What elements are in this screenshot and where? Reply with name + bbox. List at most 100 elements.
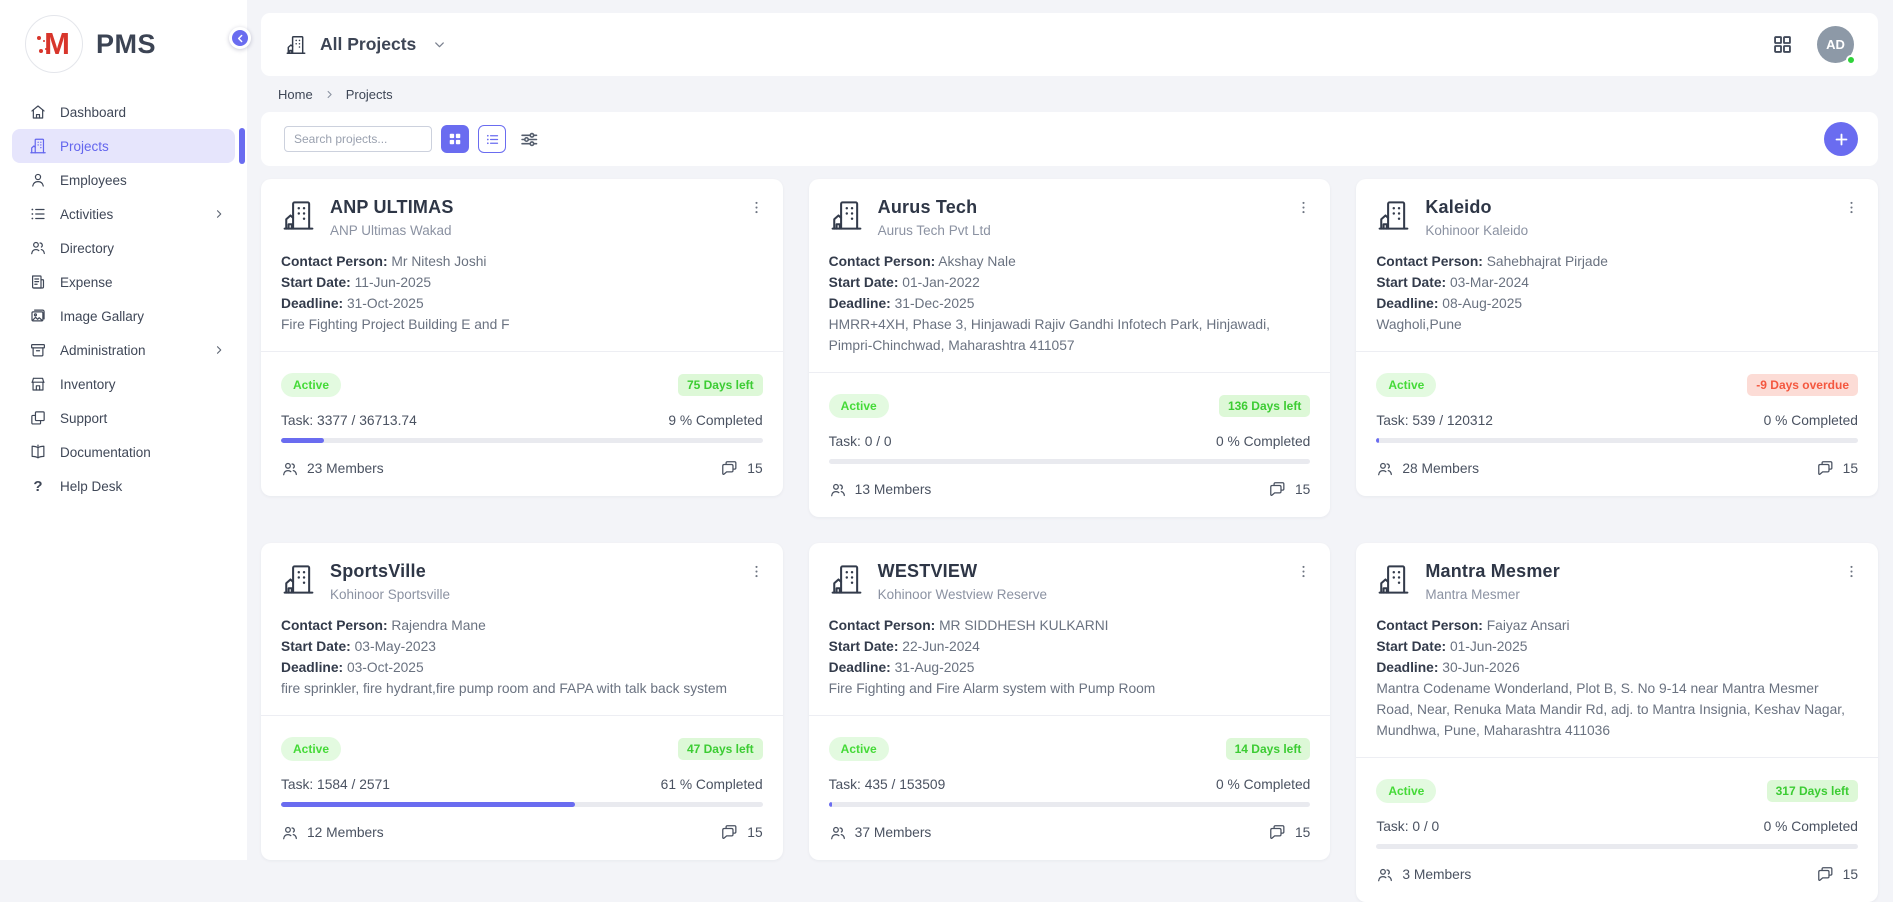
task-row: Task: 539 / 120312 0 % Completed: [1376, 413, 1858, 428]
chevron-down-icon: [432, 37, 447, 52]
sidebar-item-label: Inventory: [60, 377, 116, 392]
sidebar-item-directory[interactable]: Directory: [12, 231, 235, 265]
card-menu-button[interactable]: [746, 561, 767, 582]
sidebar: M PMS DashboardProjectsEmployeesActiviti…: [0, 0, 247, 860]
card-menu-button[interactable]: [746, 197, 767, 218]
grid-view-button[interactable]: [441, 125, 469, 153]
chevron-right-icon: [324, 89, 335, 100]
start-date-line: Start Date: 01-Jun-2025: [1376, 636, 1858, 657]
question-icon: ?: [29, 477, 47, 495]
task-count: Task: 0 / 0: [1376, 819, 1439, 834]
list-view-button[interactable]: [478, 125, 506, 153]
project-description: Fire Fighting Project Building E and F: [281, 314, 763, 335]
sidebar-item-administration[interactable]: Administration: [12, 333, 235, 367]
chat-count: 15: [747, 825, 762, 840]
deadline-line: Deadline: 08-Aug-2025: [1376, 293, 1858, 314]
chat-group[interactable]: 15: [1268, 480, 1310, 499]
card-footer: 23 Members 15: [281, 459, 763, 478]
chat-group[interactable]: 15: [1268, 823, 1310, 842]
project-title: Kaleido: [1425, 197, 1528, 218]
breadcrumb-home[interactable]: Home: [278, 87, 313, 102]
card-menu-button[interactable]: [1293, 561, 1314, 582]
progress-bar: [1376, 438, 1858, 443]
building-icon: [1376, 198, 1411, 233]
deadline-label: Deadline:: [281, 296, 343, 311]
deadline-line: Deadline: 30-Jun-2026: [1376, 657, 1858, 678]
project-selector[interactable]: All Projects: [285, 34, 447, 56]
sidebar-collapse-button[interactable]: [229, 27, 251, 49]
sidebar-item-employees[interactable]: Employees: [12, 163, 235, 197]
project-card[interactable]: Mantra Mesmer Mantra Mesmer Contact Pers…: [1356, 543, 1878, 902]
sidebar-item-dashboard[interactable]: Dashboard: [12, 95, 235, 129]
start-date-line: Start Date: 11-Jun-2025: [281, 272, 763, 293]
sidebar-item-label: Administration: [60, 343, 146, 358]
image-icon: [29, 307, 47, 325]
contact-label: Contact Person:: [281, 254, 388, 269]
sidebar-item-image-gallary[interactable]: Image Gallary: [12, 299, 235, 333]
completed-percent: 0 % Completed: [1764, 819, 1858, 834]
card-header: SportsVille Kohinoor Sportsville: [261, 543, 783, 602]
card-menu-button[interactable]: [1293, 197, 1314, 218]
completed-percent: 9 % Completed: [668, 413, 762, 428]
kebab-icon: [748, 563, 765, 580]
sidebar-item-projects[interactable]: Projects: [12, 129, 235, 163]
filter-button[interactable]: [519, 129, 540, 150]
chat-group[interactable]: 15: [1816, 865, 1858, 884]
projects-toolbar: [261, 112, 1878, 166]
card-header: ANP ULTIMAS ANP Ultimas Wakad: [261, 179, 783, 238]
kebab-icon: [1843, 199, 1860, 216]
chat-group[interactable]: 15: [1816, 459, 1858, 478]
sidebar-item-label: Activities: [60, 207, 113, 222]
badge-row: Active 47 Days left: [281, 737, 763, 761]
card-menu-button[interactable]: [1841, 197, 1862, 218]
project-card[interactable]: WESTVIEW Kohinoor Westview Reserve Conta…: [809, 543, 1331, 860]
members-group: 28 Members: [1376, 460, 1479, 478]
deadline-label: Deadline:: [281, 660, 343, 675]
task-count: Task: 435 / 153509: [829, 777, 946, 792]
sidebar-item-activities[interactable]: Activities: [12, 197, 235, 231]
chat-group[interactable]: 15: [720, 823, 762, 842]
kebab-icon: [748, 199, 765, 216]
page-title: All Projects: [320, 34, 416, 55]
project-card[interactable]: SportsVille Kohinoor Sportsville Contact…: [261, 543, 783, 860]
status-badge: Active: [1376, 373, 1436, 397]
project-title: Mantra Mesmer: [1425, 561, 1560, 582]
chat-group[interactable]: 15: [720, 459, 762, 478]
apps-grid-icon[interactable]: [1772, 34, 1793, 55]
chat-icon: [720, 823, 739, 842]
grid-view-icon: [448, 132, 462, 146]
receipt-icon: [29, 273, 47, 291]
add-project-button[interactable]: [1824, 122, 1858, 156]
sidebar-item-inventory[interactable]: Inventory: [12, 367, 235, 401]
chat-icon: [720, 459, 739, 478]
breadcrumb-projects[interactable]: Projects: [346, 87, 393, 102]
chat-icon: [1816, 459, 1835, 478]
sidebar-item-label: Expense: [60, 275, 113, 290]
card-info: Contact Person: MR SIDDHESH KULKARNI Sta…: [809, 602, 1331, 699]
search-input[interactable]: [284, 126, 432, 152]
building-icon: [281, 198, 316, 233]
card-stats: Active 317 Days left Task: 0 / 0 0 % Com…: [1356, 758, 1878, 902]
building-icon: [29, 137, 47, 155]
project-card[interactable]: ANP ULTIMAS ANP Ultimas Wakad Contact Pe…: [261, 179, 783, 496]
user-avatar[interactable]: AD: [1817, 26, 1854, 63]
chevron-left-icon: [235, 33, 246, 44]
deadline-value: 31-Oct-2025: [347, 296, 424, 311]
project-card[interactable]: Kaleido Kohinoor Kaleido Contact Person:…: [1356, 179, 1878, 496]
days-left-badge: 75 Days left: [678, 374, 763, 396]
sidebar-item-help-desk[interactable]: ?Help Desk: [12, 469, 235, 503]
members-count: 23 Members: [307, 461, 384, 476]
sidebar-item-support[interactable]: Support: [12, 401, 235, 435]
card-titles: SportsVille Kohinoor Sportsville: [330, 561, 450, 602]
card-titles: Mantra Mesmer Mantra Mesmer: [1425, 561, 1560, 602]
progress-bar: [1376, 844, 1858, 849]
card-menu-button[interactable]: [1841, 561, 1862, 582]
sidebar-item-label: Employees: [60, 173, 127, 188]
sidebar-item-documentation[interactable]: Documentation: [12, 435, 235, 469]
project-card[interactable]: Aurus Tech Aurus Tech Pvt Ltd Contact Pe…: [809, 179, 1331, 517]
start-date-label: Start Date:: [281, 275, 351, 290]
card-info: Contact Person: Faiyaz Ansari Start Date…: [1356, 602, 1878, 741]
chevron-right-icon: [213, 344, 225, 356]
building-icon: [829, 198, 864, 233]
sidebar-item-expense[interactable]: Expense: [12, 265, 235, 299]
